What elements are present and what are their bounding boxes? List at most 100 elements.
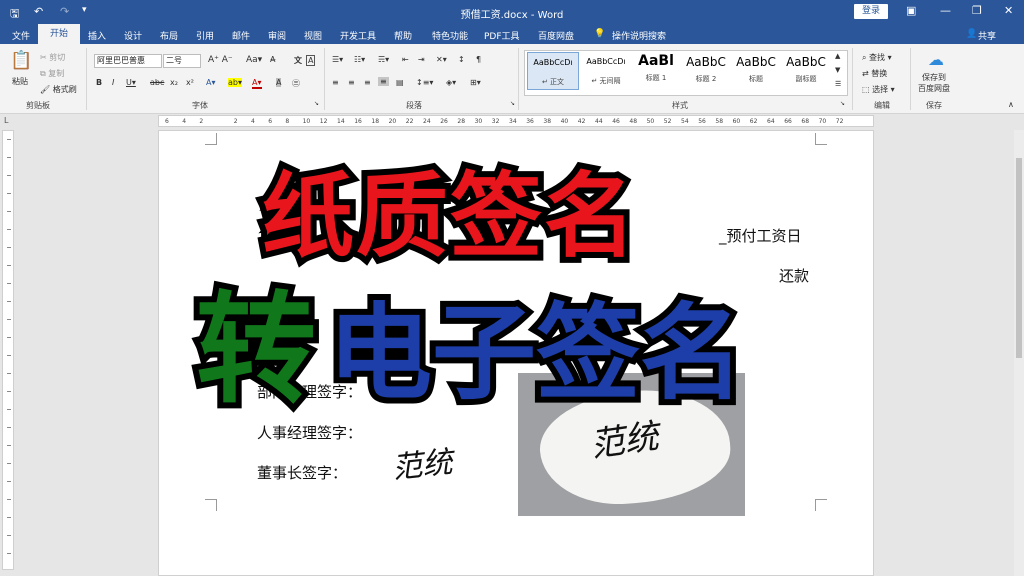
tab-file[interactable]: 文件 xyxy=(12,29,30,42)
find-button[interactable]: ⌕ 查找 ▾ xyxy=(862,52,892,63)
style-normal[interactable]: AaBbCcDı ↵ 正文 xyxy=(527,52,579,90)
tab-features[interactable]: 特色功能 xyxy=(432,29,468,42)
font-name-select[interactable]: 阿里巴巴普惠 xyxy=(94,54,162,68)
chinese-layout-icon[interactable]: ✕▾ xyxy=(436,55,447,64)
baidu-cloud-icon[interactable]: ☁ xyxy=(928,50,944,69)
minimize-icon[interactable]: — xyxy=(940,4,951,17)
tab-references[interactable]: 引用 xyxy=(196,29,214,42)
styles-dialog-launcher-icon[interactable]: ↘ xyxy=(840,100,845,107)
font-color-icon[interactable]: A▾ xyxy=(252,78,262,89)
sort-icon[interactable]: ↕ xyxy=(458,55,465,64)
subscript-button[interactable]: x₂ xyxy=(170,78,178,87)
text-effects-icon[interactable]: A▾ xyxy=(206,78,216,87)
collapse-ribbon-icon[interactable]: ∧ xyxy=(1008,100,1014,109)
superscript-button[interactable]: x² xyxy=(186,78,194,87)
style-title[interactable]: AaBbC 标题 xyxy=(730,52,782,90)
ruler-tick xyxy=(7,175,11,176)
tab-design[interactable]: 设计 xyxy=(124,29,142,42)
ruler-tick-label: 2 xyxy=(199,118,204,125)
clear-format-icon[interactable]: A̶ xyxy=(270,55,275,64)
justify-icon[interactable]: ≡ xyxy=(378,77,389,86)
format-painter-button[interactable]: 🖌 格式刷 xyxy=(40,84,77,95)
copy-button[interactable]: ⧉ 复制 xyxy=(40,68,64,79)
char-border-icon[interactable]: A xyxy=(306,55,316,66)
style-subtitle[interactable]: AaBbC 副标题 xyxy=(780,52,832,90)
replace-button[interactable]: ⇄ 替换 xyxy=(862,68,887,79)
paste-button[interactable]: 粘贴 xyxy=(12,76,28,87)
decrease-indent-icon[interactable]: ⇤ xyxy=(402,55,409,64)
multilevel-list-icon[interactable]: ☴▾ xyxy=(378,55,389,64)
word-window: 🖫 ↶ ↷ ▾ 预借工资.docx - Word 登录 ▣ — ❐ ✕ 文件 插… xyxy=(0,0,1024,576)
select-button[interactable]: ⬚ 选择 ▾ xyxy=(862,84,895,95)
tab-insert[interactable]: 插入 xyxy=(88,29,106,42)
tab-view[interactable]: 视图 xyxy=(304,29,322,42)
close-icon[interactable]: ✕ xyxy=(1004,4,1013,17)
bullets-icon[interactable]: ☰▾ xyxy=(332,55,343,64)
font-size-select[interactable]: 二号 xyxy=(163,54,201,68)
paste-icon[interactable]: 📋 xyxy=(10,50,32,71)
tab-baidu-netdisk[interactable]: 百度网盘 xyxy=(538,29,574,42)
enclose-char-icon[interactable]: ㊂ xyxy=(292,78,300,89)
tab-developer[interactable]: 开发工具 xyxy=(340,29,376,42)
save-to-netdisk-button[interactable]: 保存到 xyxy=(922,72,946,83)
ruler-tick-label: 50 xyxy=(646,118,655,125)
scrollbar-thumb[interactable] xyxy=(1016,158,1022,358)
align-left-icon[interactable]: ≡ xyxy=(332,78,339,87)
cut-button[interactable]: ✂ 剪切 xyxy=(40,52,65,63)
restore-icon[interactable]: ❐ xyxy=(972,4,982,17)
tab-layout[interactable]: 布局 xyxy=(160,29,178,42)
ruler-tick-label: 18 xyxy=(371,118,380,125)
tab-pdf-tools[interactable]: PDF工具 xyxy=(484,29,520,42)
tab-home[interactable]: 开始 xyxy=(38,24,80,44)
share-button[interactable]: 共享 xyxy=(978,29,996,42)
grow-font-icon[interactable]: A⁺ A⁻ xyxy=(208,55,233,65)
align-right-icon[interactable]: ≡ xyxy=(364,78,371,87)
ruler-tick-label: 22 xyxy=(405,118,414,125)
char-shading-icon[interactable]: A xyxy=(276,78,282,87)
ruler-tick xyxy=(7,445,11,446)
ruler-tick-label: 24 xyxy=(423,118,431,125)
line-spacing-icon[interactable]: ↕≡▾ xyxy=(416,78,433,87)
ruler-tick-label: 34 xyxy=(509,118,517,125)
divider xyxy=(518,48,519,110)
ribbon-display-icon[interactable]: ▣ xyxy=(906,4,916,17)
styles-scroll-up-icon[interactable]: ▲ xyxy=(835,52,840,60)
login-button[interactable]: 登录 xyxy=(854,4,888,19)
ruler-tick-label: 40 xyxy=(560,118,569,125)
highlight-icon[interactable]: ab▾ xyxy=(228,78,242,87)
tab-review[interactable]: 审阅 xyxy=(268,29,286,42)
ruler-tick-label: 72 xyxy=(835,118,844,125)
strikethrough-button[interactable]: abc xyxy=(150,78,164,87)
increase-indent-icon[interactable]: ⇥ xyxy=(418,55,425,64)
align-center-icon[interactable]: ≡ xyxy=(348,78,355,87)
shading-icon[interactable]: ◈▾ xyxy=(446,78,456,87)
vertical-scrollbar[interactable] xyxy=(1014,130,1024,576)
style-heading-1[interactable]: AaBl 标题 1 xyxy=(630,52,682,90)
tab-help[interactable]: 帮助 xyxy=(394,29,412,42)
ruler-tick xyxy=(7,193,11,194)
italic-button[interactable]: I xyxy=(112,78,114,87)
ruler-tick-label: 10 xyxy=(302,118,311,125)
horizontal-ruler[interactable]: 6 4 2 2 4 6 8 10 12 14 16 18 20 22 24 26 28 30 32 34 36 38 40 4… xyxy=(158,115,874,127)
style-no-spacing[interactable]: AaBbCcDı ↵ 无间隔 xyxy=(580,52,632,90)
show-marks-icon[interactable]: ¶ xyxy=(476,55,481,64)
numbering-icon[interactable]: ☷▾ xyxy=(354,55,365,64)
bold-button[interactable]: B xyxy=(96,78,102,87)
underline-button[interactable]: U▾ xyxy=(126,78,136,87)
font-dialog-launcher-icon[interactable]: ↘ xyxy=(314,100,319,107)
phonetic-icon[interactable]: 文 xyxy=(294,55,302,66)
divider xyxy=(852,48,853,110)
tab-mailings[interactable]: 邮件 xyxy=(232,29,250,42)
ruler-tick-label: 42 xyxy=(577,118,586,125)
style-heading-2[interactable]: AaBbC 标题 2 xyxy=(680,52,732,90)
borders-icon[interactable]: ⊞▾ xyxy=(470,78,481,87)
distributed-icon[interactable]: ▤ xyxy=(396,78,404,87)
vertical-ruler[interactable] xyxy=(2,130,14,570)
tab-selector-icon[interactable]: L xyxy=(4,116,8,125)
change-case-icon[interactable]: Aa▾ xyxy=(246,55,262,65)
styles-scroll-down-icon[interactable]: ▼ xyxy=(835,66,840,74)
save-group-label: 保存 xyxy=(926,101,942,110)
paragraph-dialog-launcher-icon[interactable]: ↘ xyxy=(510,100,515,107)
styles-more-icon[interactable]: ☰ xyxy=(835,80,841,88)
tell-me-search[interactable]: 操作说明搜索 xyxy=(612,29,666,42)
